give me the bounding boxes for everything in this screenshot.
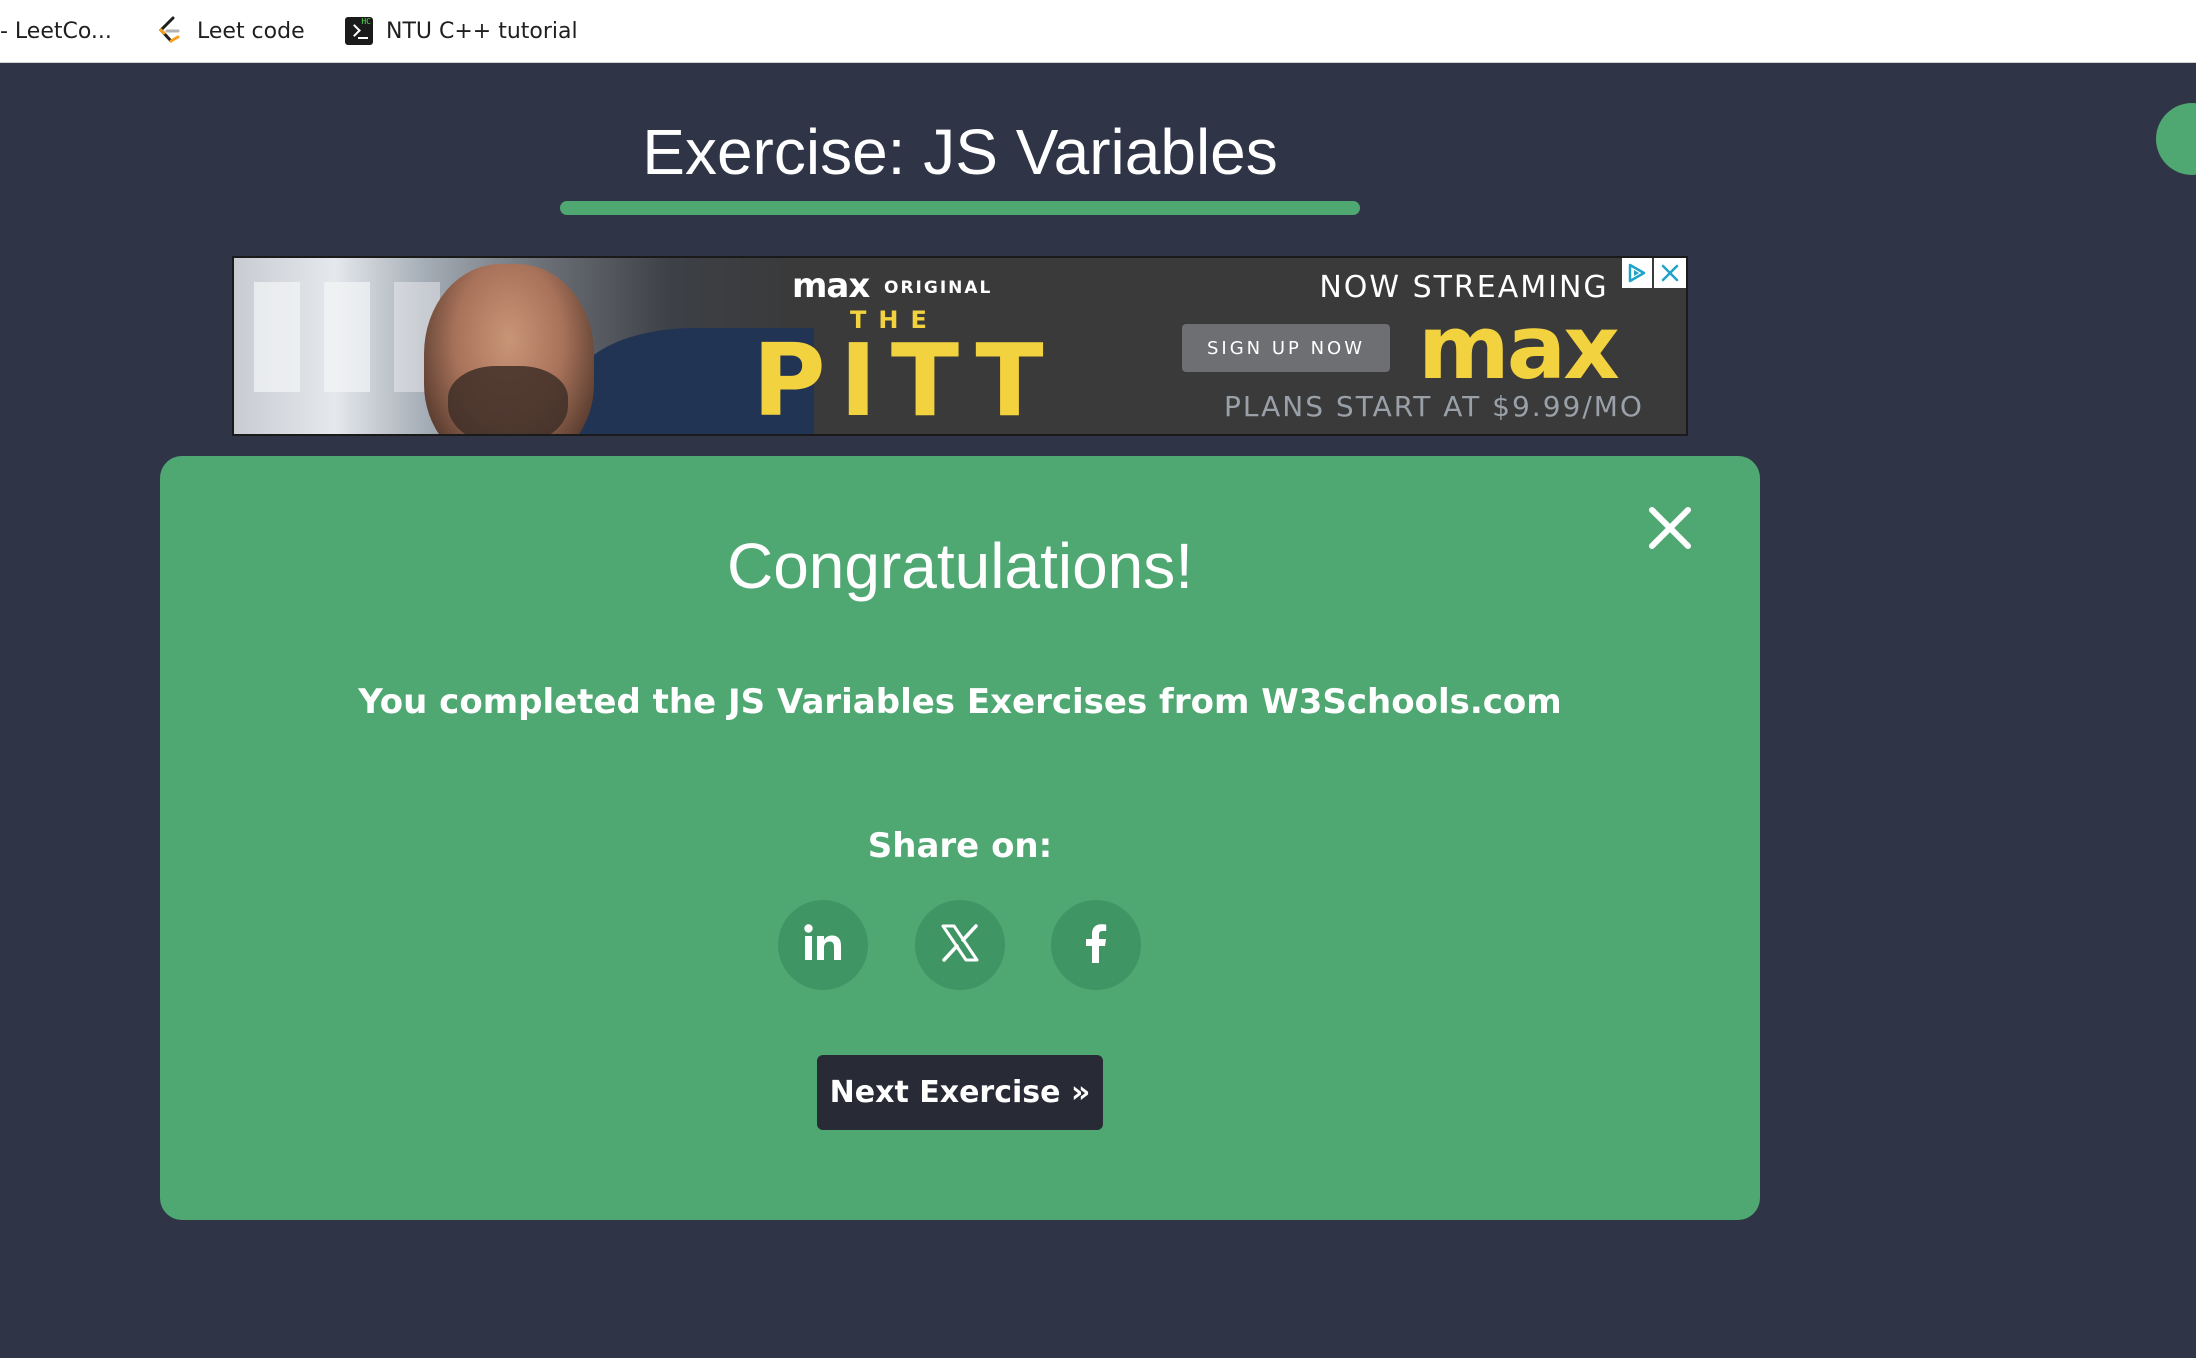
- ad-choices-icon[interactable]: [1622, 258, 1652, 288]
- ad-brand-small: max: [792, 266, 870, 306]
- leetcode-icon: [155, 16, 185, 46]
- ad-original-label: ORIGINAL: [884, 278, 993, 298]
- bookmark-label: - LeetCo...: [0, 18, 112, 44]
- bookmark-label: NTU C++ tutorial: [386, 18, 578, 44]
- side-toggle-button[interactable]: [2156, 103, 2196, 175]
- bookmark-label: Leet code: [197, 18, 305, 44]
- ad-photo: [234, 258, 814, 434]
- ad-show-title: PITT: [752, 322, 1058, 436]
- page-title: Exercise: JS Variables: [642, 116, 1278, 188]
- exercise-progress-bar: [560, 201, 1360, 215]
- congratulations-modal: Congratulations! You completed the JS Va…: [160, 456, 1760, 1220]
- ad-plans-text: PLANS START AT $9.99/MO: [1224, 390, 1644, 423]
- terminal-icon: HC: [344, 16, 374, 46]
- ad-signup-button[interactable]: SIGN UP NOW: [1182, 324, 1390, 372]
- modal-heading: Congratulations!: [726, 530, 1194, 602]
- facebook-icon: [1074, 921, 1118, 970]
- bookmark-leetcode-truncated[interactable]: - LeetCo...: [0, 0, 112, 62]
- linkedin-icon: [801, 921, 845, 970]
- share-facebook-button[interactable]: [1051, 900, 1141, 990]
- bookmark-leet-code[interactable]: Leet code: [155, 0, 305, 62]
- completion-message: You completed the JS Variables Exercises…: [358, 682, 1562, 722]
- share-label: Share on:: [867, 826, 1053, 866]
- bookmarks-bar: - LeetCo... Leet code HC NTU C++ tutoria…: [0, 0, 2196, 63]
- ad-brand-logo: max: [1418, 296, 1620, 399]
- bookmark-ntu-cpp-tutorial[interactable]: HC NTU C++ tutorial: [344, 0, 578, 62]
- ad-close-icon[interactable]: [1654, 258, 1686, 288]
- ad-banner[interactable]: max ORIGINAL THE PITT NOW STREAMING SIGN…: [232, 256, 1688, 436]
- share-x-button[interactable]: [915, 900, 1005, 990]
- next-exercise-button[interactable]: Next Exercise »: [817, 1055, 1103, 1130]
- x-icon: [938, 921, 982, 970]
- share-linkedin-button[interactable]: [778, 900, 868, 990]
